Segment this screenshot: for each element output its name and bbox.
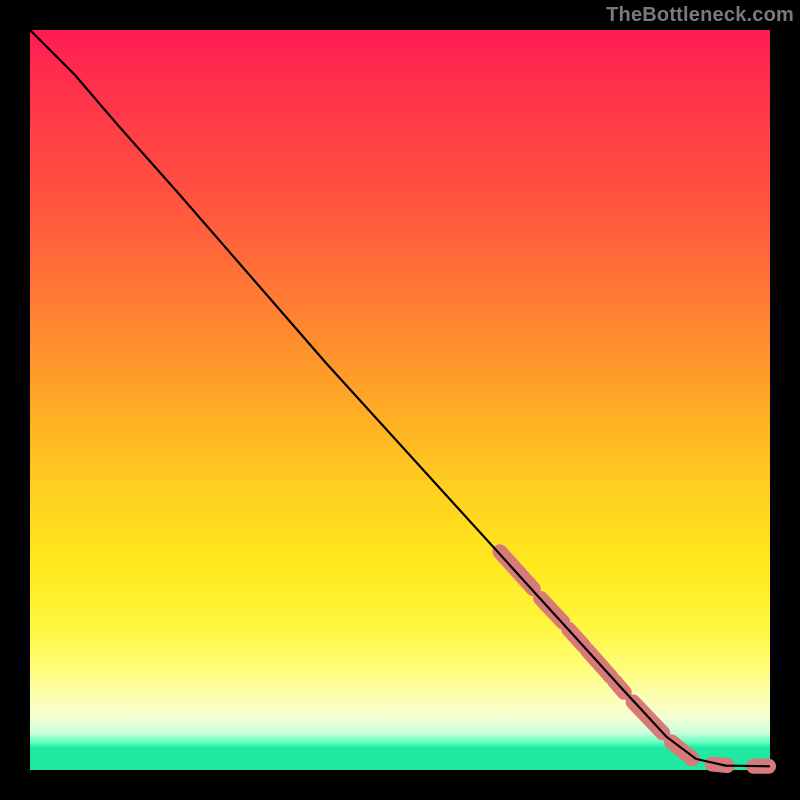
watermark-text: TheBottleneck.com: [606, 4, 794, 27]
highlight-segment: [672, 742, 693, 759]
chart-frame: TheBottleneck.com: [0, 0, 800, 800]
chart-svg: [30, 30, 770, 770]
main-curve: [30, 30, 770, 766]
highlight-segment: [500, 552, 533, 589]
chart-gradient-background: [30, 30, 770, 770]
highlight-layer: [500, 552, 769, 767]
